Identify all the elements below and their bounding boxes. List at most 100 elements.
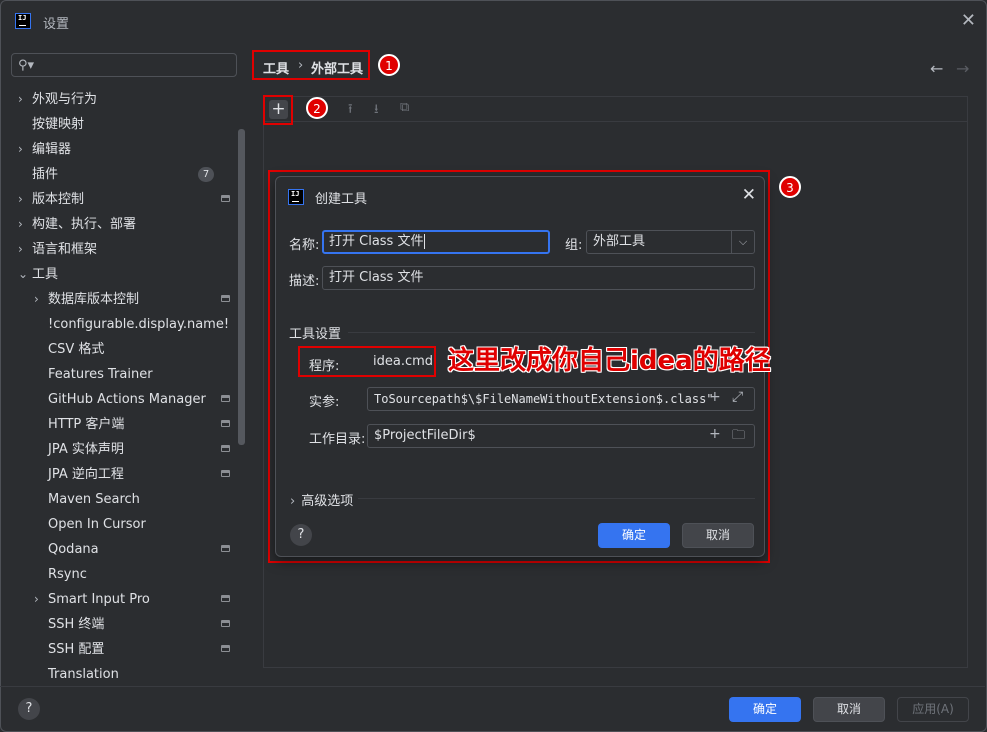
chevron-right-icon[interactable]: ›: [34, 587, 39, 612]
sidebar-item-label: 外观与行为: [32, 92, 98, 107]
advanced-options-toggle[interactable]: › 高级选项: [290, 490, 353, 509]
chevron-right-icon[interactable]: ›: [18, 187, 23, 212]
back-arrow-icon[interactable]: ←: [930, 59, 943, 78]
project-level-icon: [221, 195, 230, 202]
toolbar-divider: [263, 96, 968, 122]
sidebar-item[interactable]: › 语言和框架: [1, 237, 237, 262]
sidebar-item[interactable]: JPA 逆向工程: [1, 462, 237, 487]
sidebar-item[interactable]: › 外观与行为: [1, 87, 237, 112]
chevron-down-icon[interactable]: ⌄: [18, 262, 28, 287]
breadcrumb-separator: ›: [298, 58, 304, 73]
sidebar-item-label: GitHub Actions Manager: [48, 392, 206, 407]
sidebar-item-label: Open In Cursor: [48, 517, 146, 532]
project-level-icon: [221, 395, 230, 402]
apply-button[interactable]: 应用(A): [897, 697, 969, 722]
group-select[interactable]: 外部工具 ⌵: [586, 230, 755, 254]
sidebar-item[interactable]: SSH 终端: [1, 612, 237, 637]
count-badge: 7: [198, 167, 214, 182]
help-icon[interactable]: ?: [290, 524, 312, 546]
copy-icon[interactable]: ⧉: [400, 100, 409, 115]
sidebar-item[interactable]: › Smart Input Pro: [1, 587, 237, 612]
sidebar-item[interactable]: ⌄ 工具: [1, 262, 237, 287]
insert-macro-icon[interactable]: +: [709, 426, 721, 442]
folder-icon[interactable]: 🗀: [732, 426, 745, 448]
ok-button[interactable]: 确定: [729, 697, 801, 722]
title-bar: IJ 设置 ✕: [1, 1, 986, 43]
project-level-icon: [221, 295, 230, 302]
description-label: 描述:: [289, 274, 320, 289]
arguments-field[interactable]: ToSourcepath$\$FileNameWithoutExtension$…: [367, 387, 755, 411]
marker-1: 1: [378, 54, 400, 76]
sidebar-item-label: Qodana: [48, 542, 99, 557]
sidebar-item-label: 构建、执行、部署: [32, 217, 137, 232]
sidebar-item[interactable]: Translation: [1, 662, 237, 687]
close-icon[interactable]: ✕: [961, 10, 976, 31]
sidebar-item-label: Smart Input Pro: [48, 592, 150, 607]
sidebar-item[interactable]: Qodana: [1, 537, 237, 562]
breadcrumb-external-tools: 外部工具: [311, 62, 364, 77]
sidebar-item-label: JPA 逆向工程: [48, 467, 124, 482]
working-dir-field[interactable]: $ProjectFileDir$: [367, 424, 755, 448]
sidebar-item[interactable]: Open In Cursor: [1, 512, 237, 537]
project-level-icon: [221, 470, 230, 477]
search-icon: ⚲▾: [18, 58, 35, 73]
move-down-icon[interactable]: ⭳: [374, 100, 379, 122]
name-label: 名称:: [289, 238, 320, 253]
sidebar-item[interactable]: HTTP 客户端: [1, 412, 237, 437]
chevron-right-icon[interactable]: ›: [34, 287, 39, 312]
cancel-button[interactable]: 取消: [813, 697, 885, 722]
project-level-icon: [221, 445, 230, 452]
chevron-right-icon[interactable]: ›: [18, 212, 23, 237]
dialog-close-icon[interactable]: ✕: [742, 185, 756, 205]
sidebar-item-label: 数据库版本控制: [48, 292, 140, 307]
search-input[interactable]: ⚲▾: [11, 53, 237, 77]
add-tool-button[interactable]: +: [263, 95, 293, 125]
help-icon[interactable]: ?: [18, 698, 40, 720]
chevron-right-icon[interactable]: ›: [18, 137, 23, 162]
sidebar-item[interactable]: Rsync: [1, 562, 237, 587]
footer-bar: ? 确定 取消 应用(A): [0, 686, 985, 730]
sidebar-item[interactable]: Features Trainer: [1, 362, 237, 387]
sidebar-item[interactable]: CSV 格式: [1, 337, 237, 362]
forward-arrow-icon[interactable]: →: [956, 59, 969, 78]
sidebar-item-label: SSH 配置: [48, 642, 105, 657]
insert-macro-icon[interactable]: +: [709, 389, 721, 405]
sidebar-item[interactable]: 按键映射: [1, 112, 237, 137]
breadcrumb-tools[interactable]: 工具: [263, 58, 289, 77]
annotation-text: 这里改成你自己idea的路径: [448, 346, 771, 376]
sidebar-item-label: SSH 终端: [48, 617, 105, 632]
sidebar-item[interactable]: › 版本控制: [1, 187, 237, 212]
chevron-right-icon[interactable]: ›: [18, 237, 23, 262]
sidebar-item[interactable]: › 数据库版本控制: [1, 287, 237, 312]
intellij-logo-icon: IJ: [15, 13, 31, 29]
sidebar-item-label: 工具: [32, 267, 59, 282]
sidebar-item-label: Features Trainer: [48, 367, 153, 382]
sidebar-item[interactable]: › 编辑器: [1, 137, 237, 162]
sidebar-item[interactable]: JPA 实体声明: [1, 437, 237, 462]
project-level-icon: [221, 545, 230, 552]
sidebar-item[interactable]: GitHub Actions Manager: [1, 387, 237, 412]
sidebar-item[interactable]: 插件 7: [1, 162, 237, 187]
sidebar-item-label: 版本控制: [32, 192, 85, 207]
name-field[interactable]: 打开 Class 文件: [322, 230, 550, 254]
sidebar-item[interactable]: › 构建、执行、部署: [1, 212, 237, 237]
sidebar-item-label: 编辑器: [32, 142, 72, 157]
sidebar-item-label: Translation: [48, 667, 119, 682]
sidebar-scrollbar[interactable]: [238, 129, 245, 445]
project-level-icon: [221, 420, 230, 427]
expand-icon[interactable]: ⤢: [732, 389, 743, 405]
sidebar-item[interactable]: !configurable.display.name!: [1, 312, 237, 337]
sidebar-item-label: JPA 实体声明: [48, 442, 124, 457]
section-divider: [348, 332, 755, 333]
description-field[interactable]: 打开 Class 文件: [322, 266, 755, 290]
sidebar-item[interactable]: SSH 配置: [1, 637, 237, 662]
settings-tree: › 外观与行为 按键映射 › 编辑器 插件 7 › 版本控制 › 构建、执行、部署 › 语言和框架 ⌄ 工具…: [1, 87, 237, 687]
dialog-ok-button[interactable]: 确定: [598, 523, 670, 548]
move-up-icon[interactable]: ⭱: [348, 100, 353, 122]
dialog-cancel-button[interactable]: 取消: [682, 523, 754, 548]
sidebar-item[interactable]: Maven Search: [1, 487, 237, 512]
settings-sidebar: ⚲▾ › 外观与行为 按键映射 › 编辑器 插件 7 › 版本控制 › 构建、执行、部署 › 语言和框架…: [1, 43, 247, 687]
section-divider: [358, 498, 755, 499]
tool-settings-heading: 工具设置: [289, 327, 342, 342]
chevron-right-icon[interactable]: ›: [18, 87, 23, 112]
